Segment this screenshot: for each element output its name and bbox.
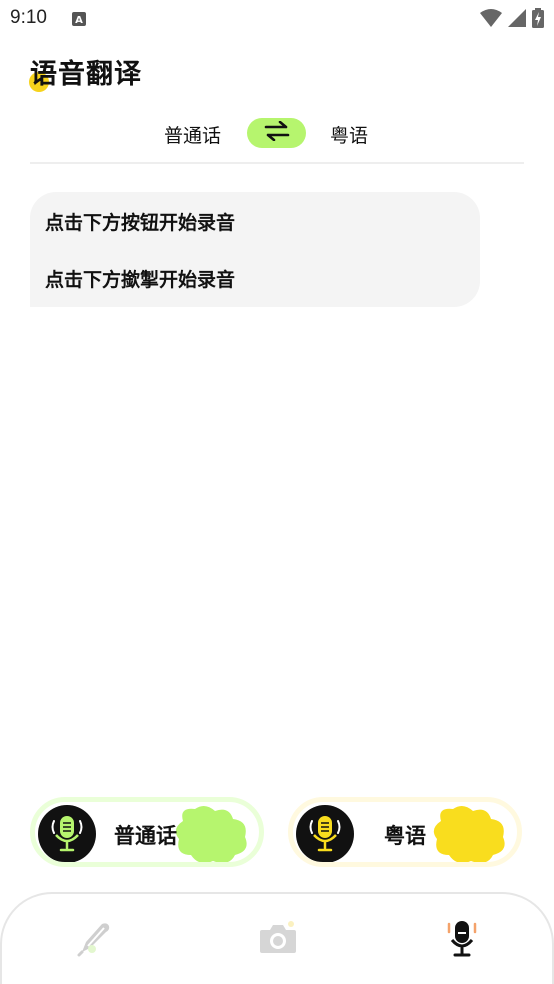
- tab-text-translate[interactable]: [72, 918, 116, 962]
- decorative-blob: [429, 805, 509, 862]
- cell-signal-icon: [508, 9, 526, 31]
- translated-message-text: 点击下方撳掣开始录音: [45, 269, 236, 291]
- pen-icon: [74, 918, 114, 962]
- swap-language-button[interactable]: [247, 118, 306, 148]
- status-time: 9:10: [10, 7, 47, 28]
- wifi-icon: [480, 9, 502, 31]
- record-cantonese-button[interactable]: 粤语: [288, 797, 522, 867]
- microphone-icon: [442, 918, 482, 962]
- tab-photo-translate[interactable]: [256, 918, 300, 962]
- microphone-icon: [38, 805, 96, 862]
- record-button-label: 普通话: [114, 824, 177, 848]
- swap-arrows-icon: [263, 120, 291, 145]
- microphone-icon: [296, 805, 354, 862]
- record-button-label: 粤语: [384, 824, 426, 848]
- page-title: 语音翻译: [30, 59, 142, 90]
- decorative-blob: [171, 805, 251, 862]
- target-language-label[interactable]: 粤语: [330, 121, 368, 148]
- svg-text:A: A: [75, 15, 83, 26]
- language-bar: 普通话 粤语: [30, 112, 524, 164]
- source-message-text: 点击下方按钮开始录音: [45, 212, 236, 234]
- tab-voice-translate[interactable]: [440, 918, 484, 962]
- bottom-tab-bar: [0, 892, 554, 984]
- battery-charging-icon: [532, 8, 544, 32]
- record-mandarin-button[interactable]: 普通话: [30, 797, 264, 867]
- status-bar: 9:10 A: [0, 0, 554, 38]
- message-bubble: 点击下方按钮开始录音 点击下方撳掣开始录音: [30, 192, 480, 307]
- camera-icon: [258, 920, 298, 960]
- source-language-label[interactable]: 普通话: [164, 121, 221, 148]
- a-badge-icon: A: [72, 11, 86, 30]
- status-icons: [480, 8, 544, 32]
